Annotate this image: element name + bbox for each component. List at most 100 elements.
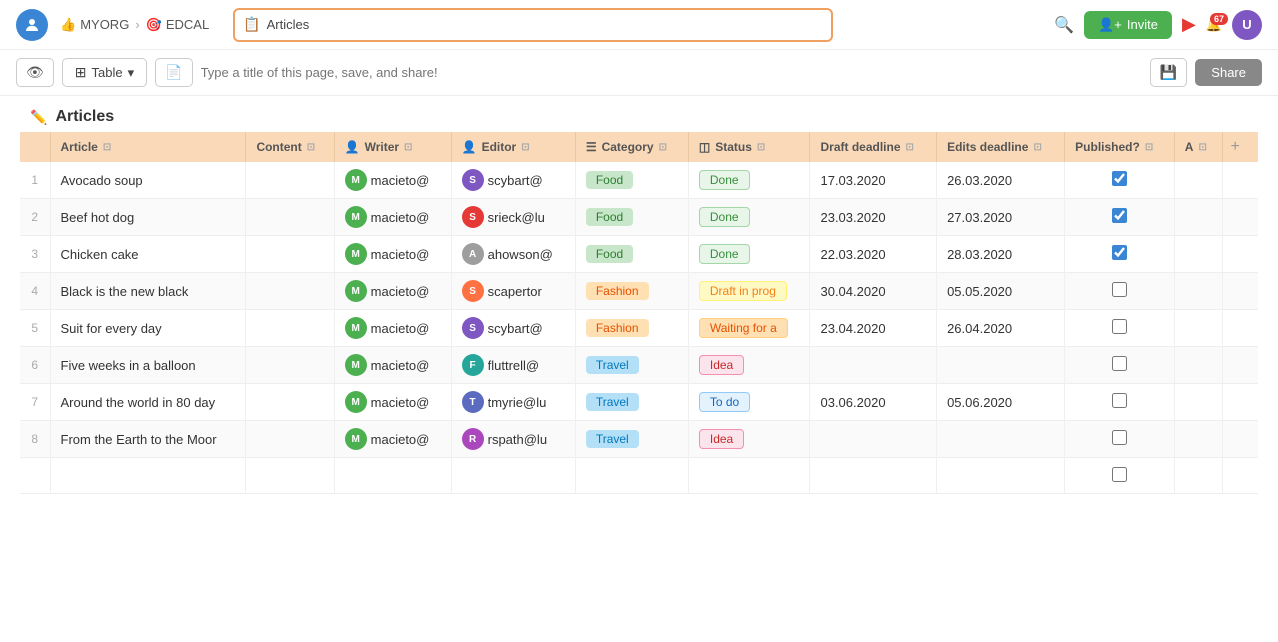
youtube-icon[interactable]: ▶ xyxy=(1182,14,1196,35)
table-view-button[interactable]: ⊞ Table ▾ xyxy=(62,58,147,87)
a-cell xyxy=(1174,199,1222,236)
share-button[interactable]: Share xyxy=(1195,59,1262,86)
breadcrumb-separator: › xyxy=(135,17,139,32)
published-checkbox[interactable] xyxy=(1112,208,1127,223)
status-badge[interactable]: Done xyxy=(699,244,750,264)
table-row: 1Avocado soup M macieto@ S scybart@ Food… xyxy=(20,162,1258,199)
draft-deadline-cell: 30.04.2020 xyxy=(810,273,937,310)
a-cell xyxy=(1174,421,1222,458)
edits-deadline-cell: 05.06.2020 xyxy=(937,384,1065,421)
content-cell xyxy=(246,347,334,384)
edits-deadline-col-label: Edits deadline xyxy=(947,140,1028,154)
category-badge[interactable]: Food xyxy=(586,208,633,226)
view-toggle-button[interactable]: 👁 xyxy=(16,58,54,87)
status-badge[interactable]: Done xyxy=(699,207,750,227)
status-badge[interactable]: To do xyxy=(699,392,750,412)
sort-icon[interactable]: ⊡ xyxy=(906,142,914,153)
status-badge[interactable]: Idea xyxy=(699,355,744,375)
grid-icon: ⊞ xyxy=(75,64,87,81)
status-badge[interactable]: Waiting for a xyxy=(699,318,788,338)
status-badge[interactable]: Draft in prog xyxy=(699,281,787,301)
save-button[interactable]: 💾 xyxy=(1150,58,1187,87)
published-checkbox[interactable] xyxy=(1112,430,1127,445)
content-cell xyxy=(246,236,334,273)
sort-icon[interactable]: ⊡ xyxy=(307,142,315,153)
category-badge[interactable]: Fashion xyxy=(586,319,649,337)
invite-icon: 👤+ xyxy=(1098,17,1122,33)
status-cell: Done xyxy=(688,236,810,273)
sort-icon[interactable]: ⊡ xyxy=(404,142,412,153)
sort-icon[interactable]: ⊡ xyxy=(659,142,667,153)
sort-icon[interactable]: ⊡ xyxy=(757,142,765,153)
sort-icon[interactable]: ⊡ xyxy=(1145,142,1153,153)
content-col-label: Content xyxy=(256,140,301,154)
status-badge[interactable]: Idea xyxy=(699,429,744,449)
row-num: 4 xyxy=(20,273,50,310)
writer-avatar: M xyxy=(345,206,367,228)
published-checkbox[interactable] xyxy=(1112,245,1127,260)
table-label: Table xyxy=(92,65,123,80)
editor-avatar: S xyxy=(462,169,484,191)
article-cell: Suit for every day xyxy=(50,310,246,347)
draft-deadline-cell: 22.03.2020 xyxy=(810,236,937,273)
articles-table-wrap: Article ⊡ Content ⊡ 👤 Writer ⊡ xyxy=(0,132,1278,494)
invite-button[interactable]: 👤+ Invite xyxy=(1084,11,1172,39)
draft-deadline-cell: 03.06.2020 xyxy=(810,384,937,421)
writer-email: macieto@ xyxy=(371,395,430,410)
category-badge[interactable]: Food xyxy=(586,171,633,189)
published-checkbox[interactable] xyxy=(1112,393,1127,408)
sort-icon[interactable]: ⊡ xyxy=(103,142,111,153)
table-row: 8From the Earth to the Moor M macieto@ R… xyxy=(20,421,1258,458)
table-row: 2Beef hot dog M macieto@ S srieck@lu Foo… xyxy=(20,199,1258,236)
add-column-button[interactable]: + xyxy=(1223,134,1248,160)
category-badge[interactable]: Travel xyxy=(586,430,639,448)
editor-email: rspath@lu xyxy=(488,432,547,447)
edits-deadline-cell: 26.03.2020 xyxy=(937,162,1065,199)
status-badge[interactable]: Done xyxy=(699,170,750,190)
status-cell: To do xyxy=(688,384,810,421)
user-avatar[interactable]: U xyxy=(1232,10,1262,40)
published-checkbox[interactable] xyxy=(1112,356,1127,371)
search-icon[interactable]: 🔍 xyxy=(1054,15,1074,35)
sort-icon[interactable]: ⊡ xyxy=(1033,142,1041,153)
empty-row xyxy=(20,458,1258,494)
draft-deadline-cell xyxy=(810,347,937,384)
editor-email: ahowson@ xyxy=(488,247,553,262)
row-num: 8 xyxy=(20,421,50,458)
category-col-label: Category xyxy=(602,140,654,154)
published-checkbox[interactable] xyxy=(1112,171,1127,186)
editor-col-label: Editor xyxy=(482,140,517,154)
published-cell xyxy=(1065,236,1175,273)
search-tab-label[interactable]: Articles xyxy=(267,17,310,32)
export-button[interactable]: 📄 xyxy=(155,58,192,87)
empty-published-checkbox[interactable] xyxy=(1112,467,1127,482)
category-badge[interactable]: Food xyxy=(586,245,633,263)
draft-deadline-cell: 23.03.2020 xyxy=(810,199,937,236)
org-label[interactable]: MYORG xyxy=(80,17,129,32)
sort-icon[interactable]: ⊡ xyxy=(521,142,529,153)
category-badge[interactable]: Fashion xyxy=(586,282,649,300)
notification-count: 67 xyxy=(1210,13,1228,25)
page-title-input[interactable] xyxy=(201,60,1142,85)
col-draft-deadline-header: Draft deadline ⊡ xyxy=(810,132,937,162)
category-badge[interactable]: Travel xyxy=(586,393,639,411)
writer-cell: M macieto@ xyxy=(334,273,451,310)
logo-avatar xyxy=(16,9,48,41)
editor-cell: S scybart@ xyxy=(451,162,575,199)
published-checkbox[interactable] xyxy=(1112,319,1127,334)
published-checkbox[interactable] xyxy=(1112,282,1127,297)
row-num: 2 xyxy=(20,199,50,236)
edits-deadline-cell: 28.03.2020 xyxy=(937,236,1065,273)
notification-bell[interactable]: 🔔 67 xyxy=(1206,17,1222,33)
breadcrumb-org[interactable]: 👍 MYORG xyxy=(60,17,129,33)
col-content-header: Content ⊡ xyxy=(246,132,334,162)
writer-cell: M macieto@ xyxy=(334,310,451,347)
edits-deadline-cell: 05.05.2020 xyxy=(937,273,1065,310)
current-label[interactable]: EDCAL xyxy=(166,17,209,32)
col-num-header xyxy=(20,132,50,162)
category-badge[interactable]: Travel xyxy=(586,356,639,374)
article-col-label: Article xyxy=(61,140,98,154)
breadcrumb-current[interactable]: 🎯 EDCAL xyxy=(146,17,210,33)
top-navigation: 👍 MYORG › 🎯 EDCAL 📋 Articles 🔍 👤+ Invite… xyxy=(0,0,1278,50)
sort-icon[interactable]: ⊡ xyxy=(1198,142,1206,153)
